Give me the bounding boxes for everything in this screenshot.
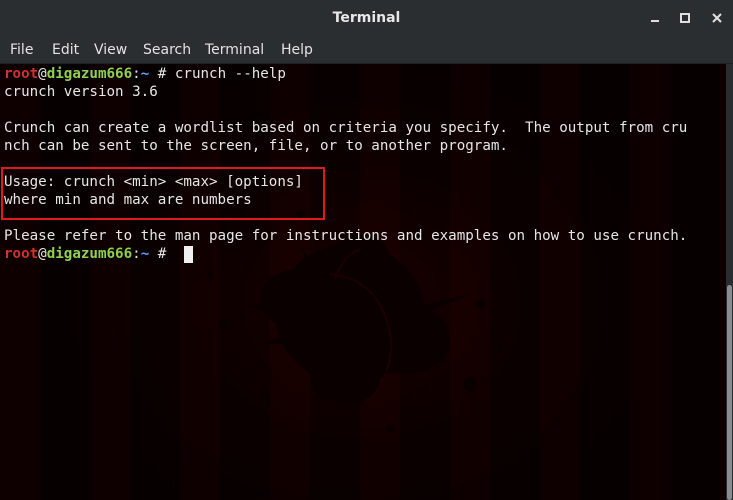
scrollbar-thumb[interactable] [727, 285, 732, 500]
terminal-window: Terminal File Edit View Search Terminal … [0, 0, 733, 500]
prompt-line-2: root@digazum666:~ # [4, 245, 166, 263]
menu-help[interactable]: Help [281, 37, 313, 64]
menu-view[interactable]: View [94, 37, 127, 64]
prompt-at: @ [38, 66, 47, 82]
terminal-output[interactable]: root@digazum666:~ # crunch --help crunch… [0, 64, 726, 500]
prompt-user: root [4, 66, 39, 82]
menu-terminal[interactable]: Terminal [205, 37, 264, 64]
prompt-sign: # [157, 246, 167, 262]
prompt-path: ~ [140, 246, 150, 262]
menu-edit[interactable]: Edit [52, 37, 79, 64]
prompt-line-1: root@digazum666:~ # crunch --help [4, 65, 286, 83]
close-icon [712, 13, 722, 23]
prompt-separator: : [132, 66, 141, 82]
command-text: crunch --help [166, 66, 286, 82]
menu-search[interactable]: Search [143, 37, 191, 64]
output-line: Please refer to the man page for instruc… [4, 228, 688, 244]
close-button[interactable] [705, 6, 729, 30]
prompt-separator: : [132, 246, 141, 262]
output-line: Crunch can create a wordlist based on cr… [4, 120, 688, 136]
prompt-at: @ [38, 246, 47, 262]
usage-highlight-box [1, 167, 325, 220]
menu-bar: File Edit View Search Terminal Help [0, 37, 733, 64]
prompt-host: digazum666 [46, 246, 133, 262]
menu-file[interactable]: File [10, 37, 33, 64]
prompt-host: digazum666 [46, 66, 133, 82]
title-bar[interactable]: Terminal [0, 0, 733, 37]
vertical-scrollbar[interactable] [726, 64, 733, 500]
prompt-user: root [4, 246, 39, 262]
output-line: nch can be sent to the screen, file, or … [4, 138, 508, 154]
text-cursor [184, 246, 193, 263]
window-title: Terminal [332, 10, 401, 26]
maximize-button[interactable] [673, 6, 697, 30]
prompt-path: ~ [140, 66, 150, 82]
minimize-button[interactable] [643, 6, 667, 30]
minimize-icon [651, 20, 659, 22]
maximize-icon [680, 13, 690, 23]
output-line: crunch version 3.6 [4, 84, 158, 100]
